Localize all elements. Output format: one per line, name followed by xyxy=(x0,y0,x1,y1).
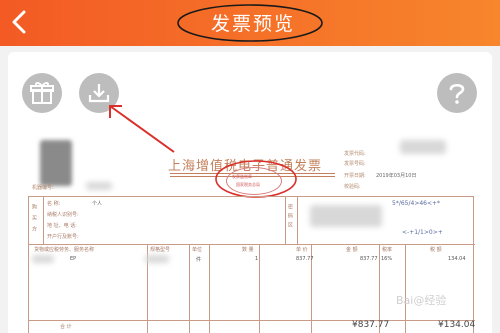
divider xyxy=(297,197,298,244)
top-navigation-bar: 发票预览 xyxy=(0,0,500,46)
item-qty: 1 xyxy=(255,256,259,262)
divider xyxy=(29,244,475,245)
cipher-text: <-+1/1>0>+ xyxy=(402,229,443,236)
sum-label: 合 计 xyxy=(60,324,72,330)
item-tax: 134.04 xyxy=(448,256,466,262)
help-icon xyxy=(449,83,465,104)
stamp-text: 国家税务总局 xyxy=(236,182,260,187)
blurred-cipher xyxy=(310,205,382,227)
buyer-field-name: 名 称: xyxy=(47,201,61,207)
help-button[interactable] xyxy=(437,73,477,113)
blurred-info xyxy=(86,182,112,190)
stamp-text: 发票监制章 xyxy=(232,174,252,179)
cipher-side-label: 密码区 xyxy=(287,204,293,231)
seller-logo-blurred xyxy=(40,140,72,186)
buyer-field-bank: 开户行及账号: xyxy=(47,234,79,240)
item-name: EP xyxy=(70,256,77,262)
buyer-field-taxid: 纳税人识别号: xyxy=(47,212,79,218)
buyer-side-label: 购买方 xyxy=(31,204,37,237)
invoice-number-label: 发票号码: xyxy=(344,161,366,167)
col-header-spec: 规格型号 xyxy=(150,247,171,253)
page-title: 发票预览 xyxy=(210,13,295,35)
blurred-item-name xyxy=(32,255,54,263)
invoice-code-label: 发票代码: xyxy=(344,151,366,157)
buyer-field-address: 地 址、电 话: xyxy=(47,223,77,229)
col-header-amount: 金 额 xyxy=(346,247,358,253)
divider xyxy=(43,197,44,244)
gift-button[interactable] xyxy=(22,73,62,113)
back-button[interactable] xyxy=(6,6,34,38)
tax-stamp xyxy=(226,167,282,195)
chevron-left-icon xyxy=(12,10,26,34)
download-button[interactable] xyxy=(79,73,119,113)
watermark: Bai@经验 xyxy=(396,294,447,307)
divider xyxy=(285,197,286,244)
col-header-price: 单 价 xyxy=(296,247,308,253)
item-rate: 16% xyxy=(381,256,393,262)
check-code-label: 校验码: xyxy=(344,184,361,190)
download-icon xyxy=(88,84,110,103)
col-header-rate: 税率 xyxy=(382,247,393,253)
col-header-name: 货物或应税劳务、服务名称 xyxy=(34,247,95,253)
machine-number-label: 机器编号: xyxy=(32,185,54,191)
col-header-tax: 税 额 xyxy=(430,247,442,253)
col-header-unit: 单位 xyxy=(192,247,203,253)
divider xyxy=(29,320,475,321)
blurred-info xyxy=(400,140,446,154)
sum-tax: ¥134.04 xyxy=(438,320,476,330)
cipher-text: 5*/65/4>46<+* xyxy=(392,200,441,207)
issue-date: 2019年03月10日 xyxy=(376,173,417,179)
gift-icon xyxy=(30,82,54,104)
sum-amount: ¥837.77 xyxy=(352,320,390,330)
item-price: 837.77 xyxy=(296,256,314,262)
item-amount: 837.77 xyxy=(360,256,378,262)
item-unit: 件 xyxy=(196,257,202,263)
issue-date-label: 开票日期: xyxy=(344,173,366,179)
invoice-table xyxy=(28,196,475,333)
blurred-item-spec xyxy=(145,255,169,263)
col-header-qty: 数 量 xyxy=(242,247,254,253)
buyer-name: 个人 xyxy=(92,201,103,207)
